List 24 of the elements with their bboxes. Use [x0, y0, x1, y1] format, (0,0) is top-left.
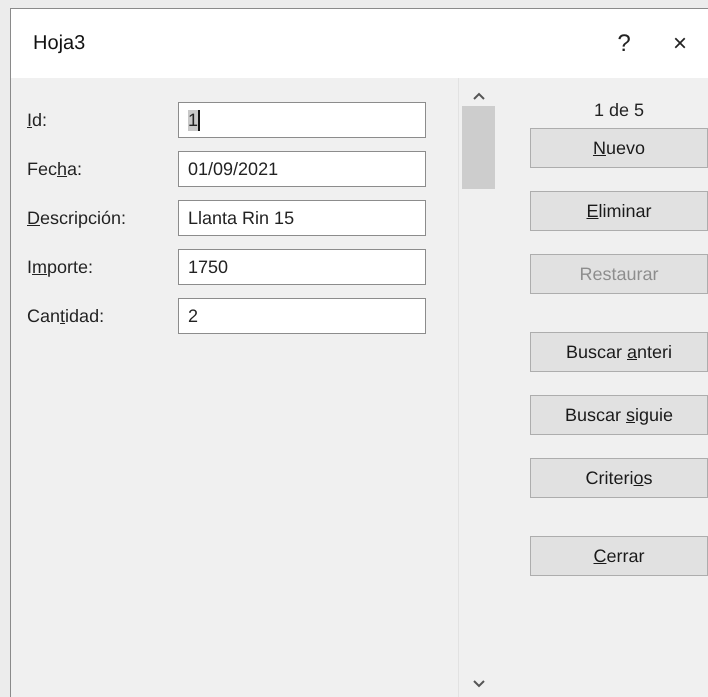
form-button[interactable]: Nuevo: [530, 128, 708, 168]
input-field[interactable]: 2: [178, 298, 426, 334]
scroll-up-icon[interactable]: [472, 92, 485, 100]
record-counter: 1 de 5: [592, 99, 646, 122]
form-button[interactable]: Cerrar: [530, 536, 708, 576]
input-field[interactable]: Llanta Rin 15: [178, 200, 426, 236]
close-button[interactable]: ×: [652, 18, 708, 68]
input-field[interactable]: 1: [178, 102, 426, 138]
form-button[interactable]: Criterios: [530, 458, 708, 498]
help-button[interactable]: ?: [596, 18, 652, 68]
window-title: Hoja3: [33, 32, 86, 55]
input-field[interactable]: 1750: [178, 249, 426, 285]
field-label: Cantidad:: [27, 306, 106, 326]
field-label: Descripción:: [27, 208, 128, 228]
field-label: Importe:: [27, 256, 94, 278]
scrollbar[interactable]: [458, 78, 498, 697]
form-button[interactable]: Eliminar: [530, 191, 708, 231]
form-button[interactable]: Buscar siguie: [530, 395, 708, 435]
input-field[interactable]: 01/09/2021: [178, 151, 426, 187]
form-button[interactable]: Buscar anteri: [530, 332, 708, 372]
scroll-thumb[interactable]: [462, 106, 496, 189]
field-label: Fecha:: [27, 158, 84, 180]
scroll-down-icon[interactable]: [472, 680, 485, 688]
field-label: Id:: [27, 110, 48, 130]
